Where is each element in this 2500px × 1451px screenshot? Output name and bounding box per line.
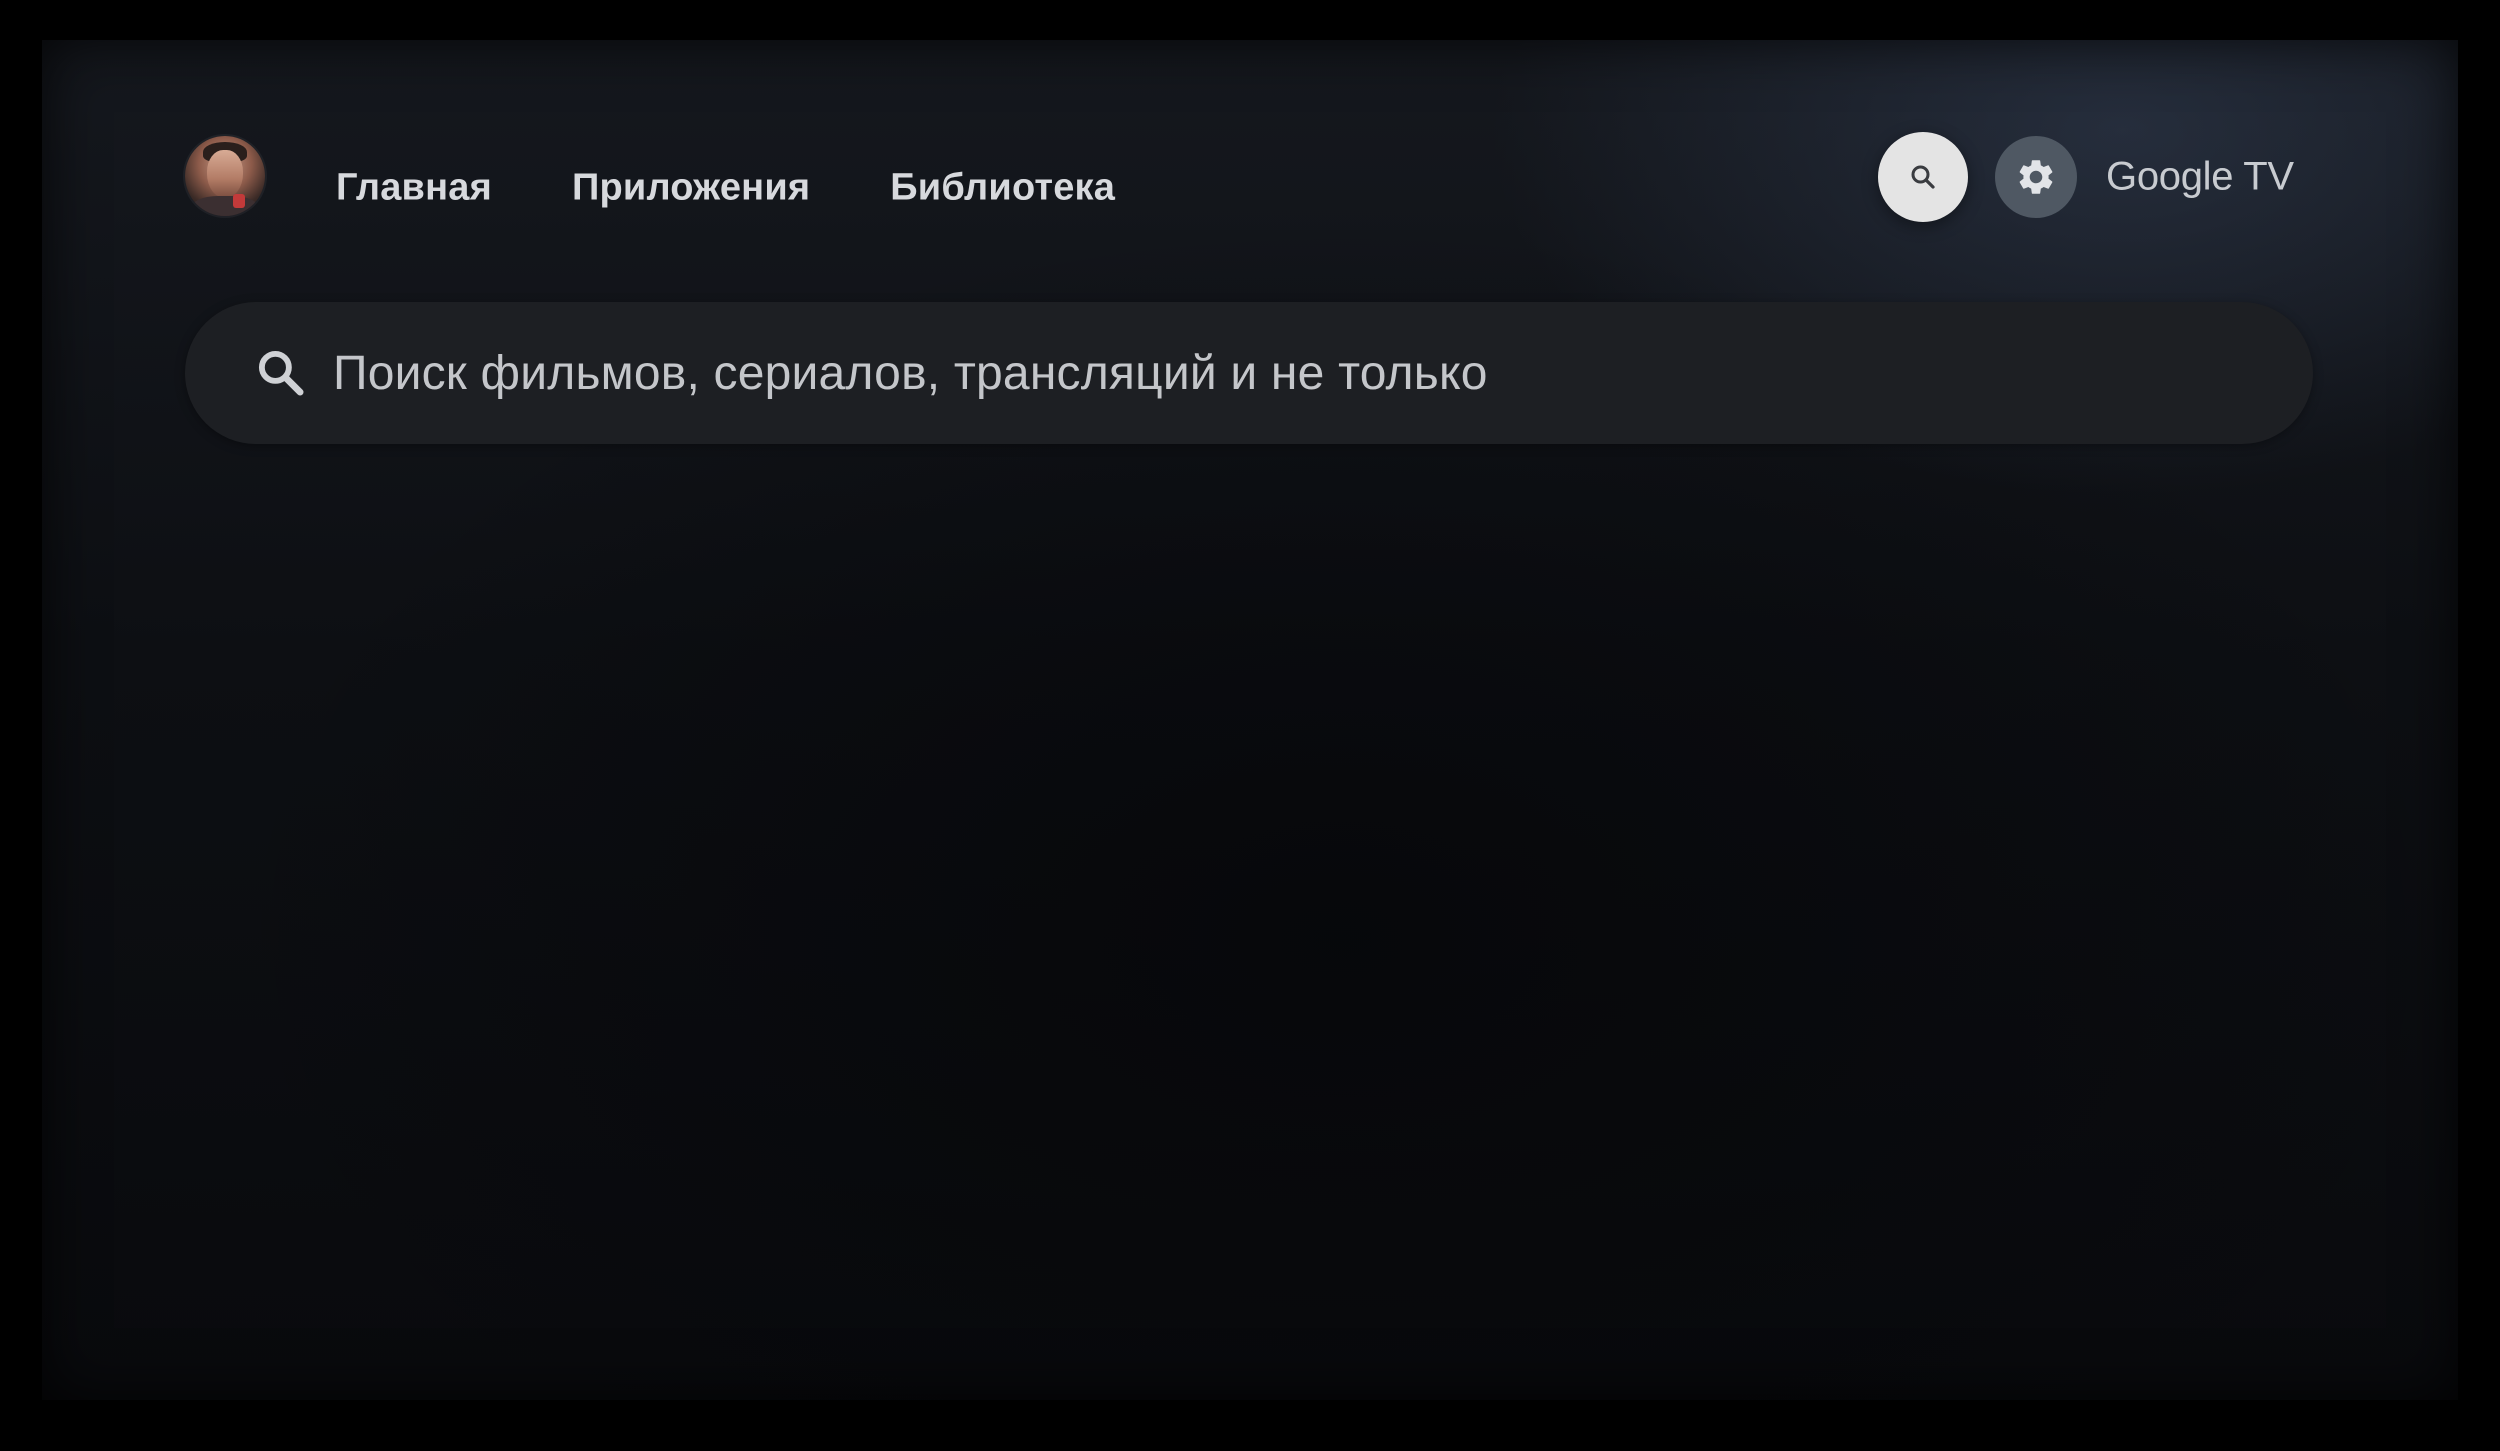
google-tv-screen: Главная Приложения Библиотека Google TV [42,40,2458,1400]
gear-icon [2019,160,2053,194]
search-input[interactable]: Поиск фильмов, сериалов, трансляций и не… [185,302,2313,444]
tab-library[interactable]: Библиотека [890,167,1115,210]
avatar-face [207,150,243,198]
tv-bezel: Главная Приложения Библиотека Google TV [0,0,2500,1451]
google-tv-logo: Google TV [2106,154,2294,199]
tab-apps[interactable]: Приложения [572,167,810,210]
profile-avatar[interactable] [185,136,265,216]
search-button[interactable] [1878,132,1968,222]
search-icon [1911,165,1935,189]
search-placeholder: Поиск фильмов, сериалов, трансляций и не… [333,346,1488,400]
top-navigation-bar: Главная Приложения Библиотека Google TV [42,40,2458,300]
search-icon [253,345,309,401]
avatar-shirt [191,196,259,216]
tab-home[interactable]: Главная [336,167,492,210]
settings-button[interactable] [1995,136,2077,218]
avatar-accent [233,194,245,208]
main-nav: Главная Приложения Библиотека [336,167,1195,210]
